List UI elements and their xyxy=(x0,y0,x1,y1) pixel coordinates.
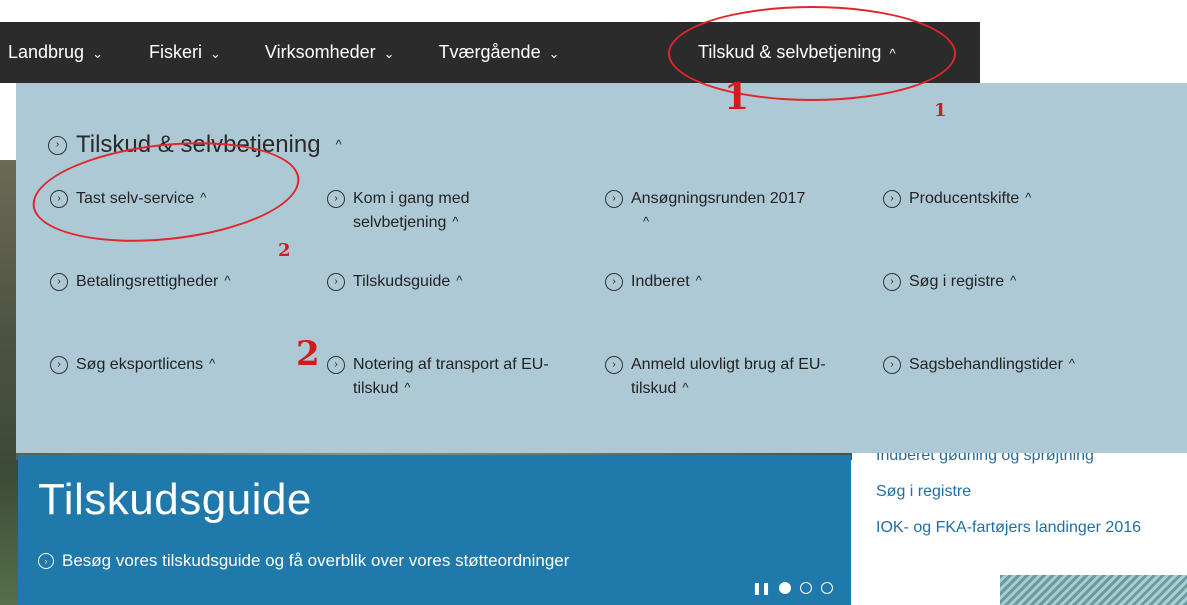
chevron-up-icon: ^ xyxy=(209,356,216,371)
chevron-up-icon: ^ xyxy=(1010,273,1017,288)
chevron-down-icon: ⌄ xyxy=(92,45,103,61)
chevron-up-icon: ^ xyxy=(643,214,650,229)
menu-item-ansoegningsrunden[interactable]: › Ansøgningsrunden 2017 ^ xyxy=(605,187,805,235)
nav-item-tvaergaaende[interactable]: Tværgående ⌄ xyxy=(431,22,560,83)
annotation-number-2-large: 2 xyxy=(296,334,320,374)
fishing-net-image xyxy=(1000,575,1187,605)
menu-item-tilskudsguide[interactable]: › Tilskudsguide ^ xyxy=(327,270,462,294)
chevron-circle-right-icon: › xyxy=(605,190,623,208)
chevron-down-icon: ⌄ xyxy=(383,45,395,61)
menu-item-betalingsrettigheder[interactable]: › Betalingsrettigheder ^ xyxy=(50,270,230,294)
chevron-up-icon: ^ xyxy=(224,273,231,288)
chevron-circle-right-icon: › xyxy=(327,356,345,374)
nav-item-label: Tværgående xyxy=(438,42,541,62)
menu-item-soeg-i-registre[interactable]: › Søg i registre ^ xyxy=(883,270,1016,294)
menu-item-label: Producentskifte xyxy=(909,190,1020,207)
chevron-circle-right-icon: › xyxy=(605,356,623,374)
chevron-circle-right-icon: › xyxy=(883,356,901,374)
chevron-circle-right-icon: › xyxy=(883,273,901,291)
carousel-dot-3[interactable] xyxy=(821,582,833,594)
nav-item-landbrug[interactable]: Landbrug ⌄ xyxy=(0,22,103,83)
carousel-dot-2[interactable] xyxy=(800,582,812,594)
chevron-down-icon: ⌄ xyxy=(209,45,221,61)
carousel-controls: ❚❚ xyxy=(752,581,833,595)
chevron-up-icon: ^ xyxy=(456,273,463,288)
menu-item-label: Notering af transport af EU-tilskud xyxy=(353,356,549,397)
chevron-up-icon: ^ xyxy=(452,214,459,229)
chevron-circle-right-icon: › xyxy=(50,356,68,374)
pause-icon[interactable]: ❚❚ xyxy=(752,581,771,595)
hero-subtitle: Besøg vores tilskudsguide og få overblik… xyxy=(62,551,570,570)
chevron-circle-right-icon: › xyxy=(605,273,623,291)
chevron-circle-right-icon: › xyxy=(50,273,68,291)
chevron-up-icon: ^ xyxy=(682,380,689,395)
chevron-circle-right-icon: › xyxy=(883,190,901,208)
menu-item-notering-af-transport[interactable]: › Notering af transport af EU-tilskud ^ xyxy=(327,353,573,401)
hero-subtitle-link[interactable]: › Besøg vores tilskudsguide og få overbl… xyxy=(38,551,569,571)
side-link[interactable]: Søg i registre xyxy=(876,483,1176,501)
menu-item-label: Ansøgningsrunden 2017 xyxy=(631,190,806,207)
annotation-number-2-small: 2 xyxy=(278,240,291,261)
side-links: Indberet gødning og sprøjtning Søg i reg… xyxy=(876,447,1176,555)
chevron-up-icon: ^ xyxy=(1025,190,1032,205)
chevron-up-icon: ^ xyxy=(695,273,702,288)
chevron-circle-right-icon: › xyxy=(38,553,54,569)
nav-item-label: Virksomheder xyxy=(264,42,376,62)
menu-item-label: Søg i registre xyxy=(909,273,1005,290)
menu-item-kom-i-gang[interactable]: › Kom i gang med selvbetjening ^ xyxy=(327,187,523,235)
menu-item-indberet[interactable]: › Indberet ^ xyxy=(605,270,702,294)
menu-item-producentskifte[interactable]: › Producentskifte ^ xyxy=(883,187,1031,211)
chevron-up-icon: ^ xyxy=(404,380,411,395)
menu-item-label: Indberet xyxy=(631,273,690,290)
mega-menu-dropdown: › Tilskud & selvbetjening ^ › Tast selv-… xyxy=(16,83,1187,453)
menu-item-label: Sagsbehandlingstider xyxy=(909,356,1063,373)
annotation-number-1-large: 1 xyxy=(724,76,750,118)
menu-item-label: Betalingsrettigheder xyxy=(76,273,219,290)
hero-banner[interactable]: Tilskudsguide › Besøg vores tilskudsguid… xyxy=(18,455,851,605)
menu-item-label: Anmeld ulovligt brug af EU-tilskud xyxy=(631,356,826,397)
chevron-up-icon: ^ xyxy=(335,136,342,152)
annotation-number-1-small: 1 xyxy=(934,100,947,121)
menu-item-sagsbehandlingstider[interactable]: › Sagsbehandlingstider ^ xyxy=(883,353,1075,377)
carousel-dot-1[interactable] xyxy=(779,582,791,594)
chevron-circle-right-icon: › xyxy=(48,135,67,155)
hero-title: Tilskudsguide xyxy=(38,475,312,524)
nav-item-label: Landbrug xyxy=(8,42,85,62)
side-link[interactable]: IOK- og FKA-fartøjers landinger 2016 xyxy=(876,519,1176,537)
menu-item-soeg-eksportlicens[interactable]: › Søg eksportlicens ^ xyxy=(50,353,215,377)
menu-item-label: Tilskudsguide xyxy=(353,273,451,290)
chevron-up-icon: ^ xyxy=(1068,356,1075,371)
chevron-circle-right-icon: › xyxy=(327,190,345,208)
nav-item-label: Fiskeri xyxy=(148,42,202,62)
annotation-ellipse-1 xyxy=(668,6,956,101)
menu-item-label: Søg eksportlicens xyxy=(76,356,204,373)
chevron-down-icon: ⌄ xyxy=(548,45,560,61)
chevron-circle-right-icon: › xyxy=(327,273,345,291)
nav-item-fiskeri[interactable]: Fiskeri ⌄ xyxy=(141,22,221,83)
menu-item-anmeld-ulovligt-brug[interactable]: › Anmeld ulovligt brug af EU-tilskud ^ xyxy=(605,353,831,401)
nav-item-virksomheder[interactable]: Virksomheder ⌄ xyxy=(257,22,395,83)
